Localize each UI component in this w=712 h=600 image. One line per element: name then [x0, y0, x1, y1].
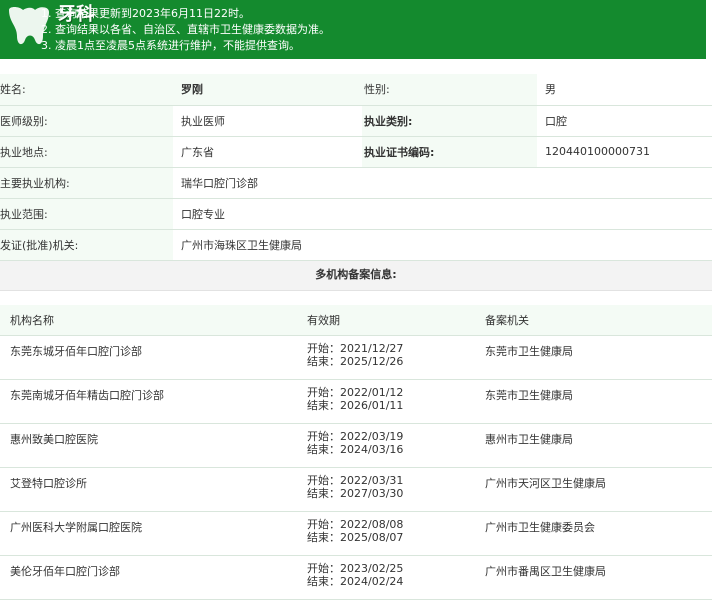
issuer-value: 广州市海珠区卫生健康局 — [173, 229, 712, 261]
place-value: 广东省 — [173, 136, 362, 168]
filing-authority: 广州市天河区卫生健康局 — [485, 477, 606, 490]
org-value: 瑞华口腔门诊部 — [173, 167, 712, 199]
org-label: 主要执业机构: — [0, 167, 173, 199]
scope-value: 口腔专业 — [173, 198, 712, 230]
info-row: 主要执业机构: 瑞华口腔门诊部 — [0, 167, 712, 199]
column-header-authority: 备案机关 — [475, 305, 712, 336]
level-label: 医师级别: — [0, 105, 173, 137]
notice-item: 2. 查询结果以各省、自治区、直辖市卫生健康委数据为准。 — [41, 23, 330, 36]
validity-end: 结束：2025/12/26 — [307, 355, 404, 368]
table-row: 美伦牙佰年口腔门诊部 开始：2023/02/25 结束：2024/02/24 广州… — [0, 555, 712, 600]
type-label: 执业类别: — [362, 105, 537, 137]
filing-table: 机构名称 有效期 备案机关 东莞东城牙佰年口腔门诊部 开始：2021/12/27… — [0, 305, 712, 600]
validity-end: 结束：2024/03/16 — [307, 443, 404, 456]
notice-item: 3. 凌晨1点至凌晨5点系统进行维护，不能提供查询。 — [41, 39, 300, 52]
validity-start: 开始：2023/02/25 — [307, 562, 404, 575]
info-row: 执业范围: 口腔专业 — [0, 198, 712, 230]
validity-start: 开始：2022/03/31 — [307, 474, 404, 487]
validity-end: 结束：2026/01/11 — [307, 399, 404, 412]
multi-institution-title: 多机构备案信息: — [0, 261, 712, 291]
notice-item: 1. 查询结果更新到2023年6月11日22时。 — [41, 7, 250, 20]
validity-start: 开始：2022/01/12 — [307, 386, 404, 399]
name-label: 姓名: — [0, 74, 173, 106]
info-row: 医师级别: 执业医师 执业类别: 口腔 — [0, 105, 712, 137]
info-row: 发证(批准)机关: 广州市海珠区卫生健康局 — [0, 229, 712, 261]
cert-label: 执业证书编码: — [362, 136, 537, 168]
table-row: 东莞南城牙佰年精齿口腔门诊部 开始：2022/01/12 结束：2026/01/1… — [0, 379, 712, 424]
level-value: 执业医师 — [173, 105, 362, 137]
filing-authority: 东莞市卫生健康局 — [485, 389, 573, 402]
validity-end: 结束：2027/03/30 — [307, 487, 404, 500]
gender-label: 性别: — [362, 74, 537, 106]
info-row: 执业地点: 广东省 执业证书编码: 120440100000731 — [0, 136, 712, 168]
filing-authority: 东莞市卫生健康局 — [485, 345, 573, 358]
filing-authority: 惠州市卫生健康局 — [485, 433, 573, 446]
scope-label: 执业范围: — [0, 198, 173, 230]
org-name: 东莞东城牙佰年口腔门诊部 — [10, 345, 142, 358]
validity-start: 开始：2021/12/27 — [307, 342, 404, 355]
cert-value: 120440100000731 — [537, 136, 712, 168]
validity-end: 结束：2025/08/07 — [307, 531, 404, 544]
notice-list: 1. 查询结果更新到2023年6月11日22时。 2. 查询结果以各省、自治区、… — [41, 6, 330, 54]
table-row: 广州医科大学附属口腔医院 开始：2022/08/08 结束：2025/08/07 … — [0, 511, 712, 556]
filing-authority: 广州市卫生健康委员会 — [485, 521, 595, 534]
column-header-validity: 有效期 — [297, 305, 475, 336]
filing-header-row: 机构名称 有效期 备案机关 — [0, 305, 712, 336]
notice-banner: 牙科 1. 查询结果更新到2023年6月11日22时。 2. 查询结果以各省、自… — [0, 0, 706, 59]
issuer-label: 发证(批准)机关: — [0, 229, 173, 261]
validity-start: 开始：2022/03/19 — [307, 430, 404, 443]
org-name: 美伦牙佰年口腔门诊部 — [10, 565, 120, 578]
org-name: 东莞南城牙佰年精齿口腔门诊部 — [10, 389, 164, 402]
name-value: 罗刚 — [173, 74, 362, 106]
org-name: 艾登特口腔诊所 — [10, 477, 87, 490]
org-name: 广州医科大学附属口腔医院 — [10, 521, 142, 534]
place-label: 执业地点: — [0, 136, 173, 168]
type-value: 口腔 — [537, 105, 712, 137]
table-row: 东莞东城牙佰年口腔门诊部 开始：2021/12/27 结束：2025/12/26 … — [0, 335, 712, 380]
gender-value: 男 — [537, 74, 712, 106]
validity-end: 结束：2024/02/24 — [307, 575, 404, 588]
table-row: 艾登特口腔诊所 开始：2022/03/31 结束：2027/03/30 广州市天河… — [0, 467, 712, 512]
filing-authority: 广州市番禺区卫生健康局 — [485, 565, 606, 578]
org-name: 惠州致美口腔医院 — [10, 433, 98, 446]
table-row: 惠州致美口腔医院 开始：2022/03/19 结束：2024/03/16 惠州市卫… — [0, 423, 712, 468]
doctor-info-table: 姓名: 罗刚 性别: 男 医师级别: 执业医师 执业类别: 口腔 执业地点: 广… — [0, 74, 712, 261]
validity-start: 开始：2022/08/08 — [307, 518, 404, 531]
column-header-org: 机构名称 — [0, 305, 297, 336]
info-row: 姓名: 罗刚 性别: 男 — [0, 74, 712, 106]
